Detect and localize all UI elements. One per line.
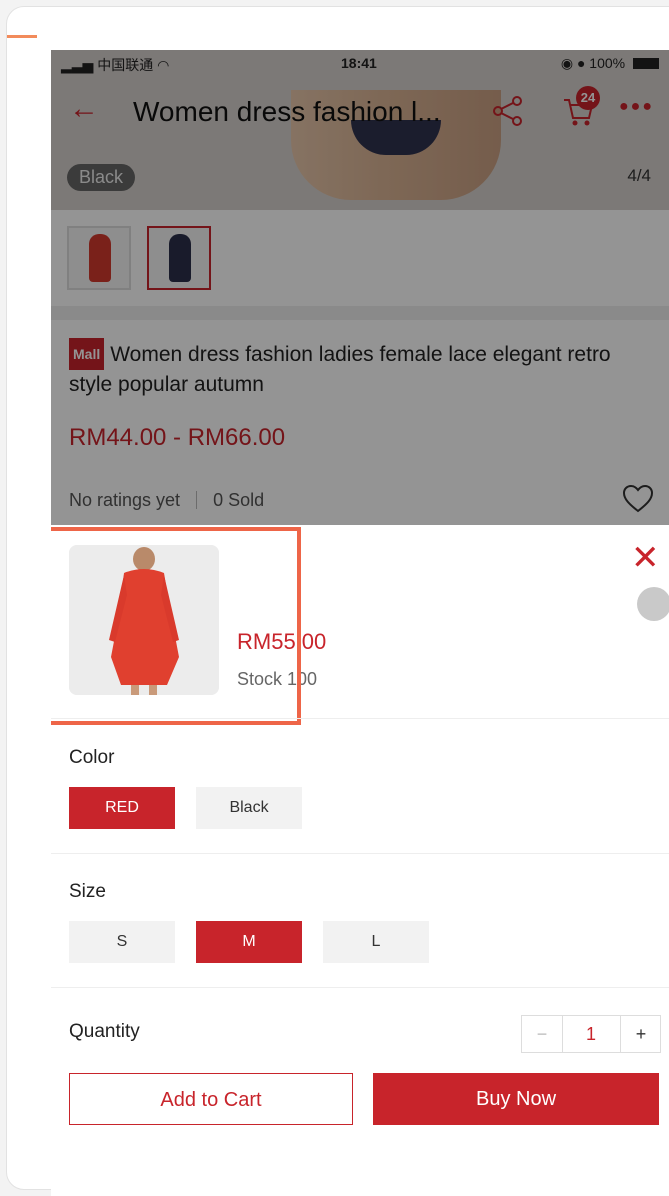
- variant-sheet: ✕ RM55.00 Stock 100 Color RED Black Size…: [51, 525, 669, 1196]
- size-option-l[interactable]: L: [323, 921, 429, 963]
- size-label: Size: [69, 881, 106, 902]
- divider: [51, 853, 669, 854]
- product-page: ▂▃▅ 中国联通 ◠ 18:41 ◉ ● 100% ← Women dress …: [51, 50, 669, 525]
- size-option-m[interactable]: M: [196, 921, 302, 963]
- dim-overlay[interactable]: [51, 50, 669, 525]
- phone-screen: ▂▃▅ 中国联通 ◠ 18:41 ◉ ● 100% ← Women dress …: [51, 50, 669, 1196]
- accent-tab: [7, 35, 37, 38]
- quantity-stepper: − 1 +: [521, 1015, 661, 1053]
- quantity-decrease-button[interactable]: −: [522, 1016, 563, 1052]
- color-label: Color: [69, 747, 115, 768]
- buy-now-button[interactable]: Buy Now: [373, 1073, 659, 1125]
- divider: [51, 987, 669, 988]
- add-to-cart-button[interactable]: Add to Cart: [69, 1073, 353, 1125]
- color-option-red[interactable]: RED: [69, 787, 175, 829]
- quantity-label: Quantity: [69, 1021, 140, 1042]
- size-option-s[interactable]: S: [69, 921, 175, 963]
- divider: [51, 718, 669, 719]
- color-option-black[interactable]: Black: [196, 787, 302, 829]
- quantity-increase-button[interactable]: +: [620, 1016, 661, 1052]
- floating-chat-icon[interactable]: [637, 587, 669, 621]
- quantity-value[interactable]: 1: [563, 1016, 619, 1052]
- highlight-box: [51, 527, 301, 725]
- close-icon[interactable]: ✕: [631, 541, 660, 575]
